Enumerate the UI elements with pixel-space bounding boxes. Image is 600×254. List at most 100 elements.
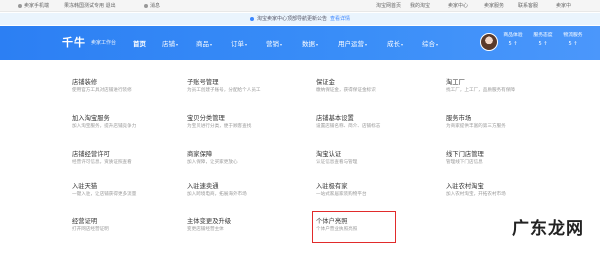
service-shop-settings[interactable]: 店铺基本设置 设置店铺名称、简介、店铺标志 <box>316 114 436 130</box>
service-title: 服务市场 <box>446 115 472 122</box>
service-offline-store[interactable]: 线下门店管理 管理线下门店信息 <box>446 150 566 166</box>
stat-value: 5 ↑ <box>508 41 518 47</box>
stat-label: 物流服务 <box>563 33 583 38</box>
service-title: 宝贝分类管理 <box>187 115 225 122</box>
main-nav: 千牛 卖家工作台 首页 店铺▾ 商品▾ 订单▾ 营销▾ 数据▾ 用户运营▾ 成长… <box>0 26 600 60</box>
nav-item-growth[interactable]: 成长▾ <box>387 38 403 48</box>
service-desc: 加入保障，让买家更放心 <box>187 160 238 165</box>
watermark: 广东龙网 <box>512 219 584 239</box>
service-join-taobao[interactable]: 加入淘宝服务 加入淘宝服务，提升店铺竞争力 <box>72 114 192 130</box>
service-title: 店铺装修 <box>72 79 98 86</box>
nav-item-data[interactable]: 数据▾ <box>302 38 318 48</box>
service-title: 保证金 <box>316 79 335 86</box>
service-desc: 一站式家居家装购物平台 <box>316 192 367 197</box>
service-desc: 打开网店经营证明 <box>72 227 109 232</box>
service-taofactory[interactable]: 淘工厂找工厂，上工厂，品质服务有保障 <box>446 78 566 94</box>
nav-item-shop[interactable]: 店铺▾ <box>162 38 178 48</box>
message-link[interactable]: 消息 <box>144 3 160 9</box>
stat-value: 5 ↑ <box>538 41 548 47</box>
service-title: 淘工厂 <box>446 79 465 86</box>
service-category-mgmt[interactable]: 宝贝分类管理为宝贝进行分类，便于顾客查找 <box>187 114 307 130</box>
stat-service-rating[interactable]: 服务态度 5 ↑ <box>530 33 556 47</box>
service-desc: 加入跨境电商，拓展海外市场 <box>187 192 247 197</box>
nav-item-user-ops-label: 用户运营 <box>338 40 364 48</box>
mobile-link[interactable]: 卖家手机端 <box>18 3 49 9</box>
mobile-icon <box>18 3 22 8</box>
seller-center-right-link[interactable]: 卖家中 <box>556 3 571 9</box>
qianniu-logo[interactable]: 千牛 <box>62 34 86 50</box>
service-join-jiyoujia[interactable]: 入驻极有家一站式家居家装购物平台 <box>316 182 436 198</box>
service-desc: 变更店铺经营主体 <box>187 227 224 232</box>
stat-logistics-rating[interactable]: 物流服务 5 ↑ <box>560 33 586 47</box>
service-join-aliexpress[interactable]: 入驻速卖通加入跨境电商，拓展海外市场 <box>187 182 307 198</box>
service-desc: 一键入驻，让店铺获得更多流量 <box>72 192 137 197</box>
service-title: 入驻极有家 <box>316 183 348 190</box>
service-join-rural-taobao[interactable]: 入驻农村淘宝 加入农村淘宝，开拓农村市场 <box>446 182 566 198</box>
service-business-proof[interactable]: 经营证明打开网店经营证明 <box>72 217 192 233</box>
service-desc: 加入农村淘宝，开拓农村市场 <box>446 192 506 197</box>
service-entity-change[interactable]: 主体变更及升级 变更店铺经营主体 <box>187 217 307 233</box>
bell-icon <box>249 16 254 21</box>
service-market[interactable]: 服务市场为商家提供丰富的第三方服务 <box>446 114 566 130</box>
chevron-down-icon: ▾ <box>280 42 283 47</box>
nav-item-products[interactable]: 商品▾ <box>196 38 212 48</box>
stat-label: 服务态度 <box>533 33 553 38</box>
service-title: 淘宝认证 <box>316 151 342 158</box>
nav-item-products-label: 商品 <box>196 40 209 48</box>
service-deposit[interactable]: 保证金缴纳保证金，获得保证金标识 <box>316 78 436 94</box>
chevron-down-icon: ▾ <box>436 42 439 47</box>
service-title: 主体变更及升级 <box>187 218 232 225</box>
service-title: 入驻速卖通 <box>187 183 219 190</box>
chevron-down-icon: ▾ <box>401 42 404 47</box>
service-business-license[interactable]: 店铺经营许可 经营许可信息，资质证照查看 <box>72 150 192 166</box>
chevron-down-icon: ▾ <box>365 42 368 47</box>
service-title: 加入淘宝服务 <box>72 115 110 122</box>
message-link-label: 消息 <box>150 3 161 9</box>
nav-item-user-ops[interactable]: 用户运营▾ <box>338 38 367 48</box>
service-subaccount[interactable]: 子账号管理为员工创建子账号，分配给个人员工 <box>187 78 307 94</box>
seller-center-link[interactable]: 卖家中心 <box>448 3 468 9</box>
stat-product-rating[interactable]: 商品体验 5 ↑ <box>500 33 526 47</box>
service-title: 入驻天猫 <box>72 183 98 190</box>
nav-item-data-label: 数据 <box>302 40 315 48</box>
service-desc: 为员工创建子账号，分配给个人员工 <box>187 88 261 93</box>
service-title: 店铺基本设置 <box>316 115 354 122</box>
taobao-home-link[interactable]: 淘宝网首页 <box>376 3 401 9</box>
service-shop-decoration[interactable]: 店铺装修 使用官方工具对店铺进行装修 <box>72 78 192 94</box>
service-merchant-guarantee[interactable]: 商家保障 加入保障，让买家更放心 <box>187 150 307 166</box>
account-info[interactable]: 果冻韩国测试专用 退出 <box>64 3 116 9</box>
service-desc: 管理线下门店信息 <box>446 160 483 165</box>
services-grid: 店铺装修 使用官方工具对店铺进行装修 子账号管理 为员工创建子账号，分配给个人员工 … <box>0 60 600 254</box>
service-join-tmall[interactable]: 入驻天猫一键入驻，让店铺获得更多流量 <box>72 182 192 198</box>
notice-link[interactable]: 查看详情 <box>330 16 350 22</box>
nav-item-growth-label: 成长 <box>387 40 400 48</box>
notice-text: 淘宝卖家中心顶部导航更新公告 <box>256 16 327 22</box>
logo-subtitle: 卖家工作台 <box>91 40 117 46</box>
service-desc: 为商家提供丰富的第三方服务 <box>446 124 506 129</box>
nav-item-general-label: 综合 <box>422 40 435 48</box>
nav-item-marketing[interactable]: 营销▾ <box>266 38 282 48</box>
service-desc: 认证信息查看与管理 <box>316 160 358 165</box>
seller-service-link[interactable]: 卖家服务 <box>484 3 504 9</box>
chevron-down-icon: ▾ <box>210 42 213 47</box>
service-taobao-certification[interactable]: 淘宝认证认证信息查看与管理 <box>316 150 436 166</box>
highlight-box <box>312 211 396 243</box>
service-title: 经营证明 <box>72 218 98 225</box>
service-desc: 找工厂，上工厂，品质服务有保障 <box>446 88 515 93</box>
nav-item-orders[interactable]: 订单▾ <box>231 38 247 48</box>
service-desc: 缴纳保证金，获得保证金标识 <box>316 88 376 93</box>
service-desc: 为宝贝进行分类，便于顾客查找 <box>187 124 252 129</box>
notice-bar: 淘宝卖家中心顶部导航更新公告 查看详情 <box>0 13 600 25</box>
nav-item-general[interactable]: 综合▾ <box>422 38 438 48</box>
message-icon <box>144 3 148 8</box>
service-title: 子账号管理 <box>187 79 219 86</box>
my-taobao-link[interactable]: 我的淘宝 <box>410 3 430 9</box>
nav-item-marketing-label: 营销 <box>266 40 279 48</box>
service-title: 店铺经营许可 <box>72 151 110 158</box>
stat-value: 5 ↑ <box>568 41 578 47</box>
avatar[interactable] <box>480 33 498 51</box>
contact-support-link[interactable]: 联系客服 <box>518 3 538 9</box>
nav-item-shop-label: 店铺 <box>162 40 175 48</box>
nav-item-home[interactable]: 首页 <box>133 38 146 48</box>
chevron-down-icon: ▾ <box>316 42 319 47</box>
